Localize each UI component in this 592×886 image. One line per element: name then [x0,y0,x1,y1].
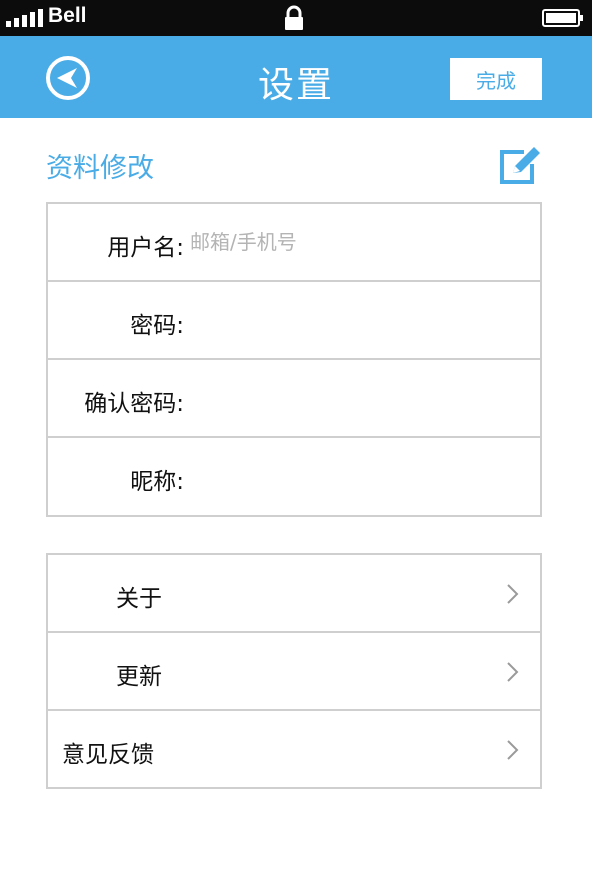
menu-item-about[interactable]: 关于 [48,555,540,633]
menu-item-feedback[interactable]: 意见反馈 [48,711,540,789]
username-input[interactable] [190,218,520,266]
menu-item-label: 更新 [116,664,162,690]
confirm-password-label: 确认密码: [84,391,184,417]
nav-bar: 设置 完成 [0,36,592,118]
profile-form: 用户名: 密码: 确认密码: 昵称: [46,202,542,517]
settings-menu: 关于 更新 意见反馈 [46,553,542,789]
chevron-right-icon [507,584,519,604]
password-label: 密码: [130,313,184,339]
nickname-input[interactable] [190,452,520,500]
menu-item-update[interactable]: 更新 [48,633,540,711]
confirm-password-input[interactable] [190,374,520,422]
form-row-password: 密码: [48,282,540,360]
edit-icon[interactable] [498,144,544,186]
password-input[interactable] [190,296,520,344]
signal-icon [6,9,43,27]
form-row-nickname: 昵称: [48,438,540,516]
carrier-name: Bell [48,4,87,27]
menu-item-label: 意见反馈 [62,742,154,768]
menu-item-label: 关于 [116,586,162,612]
nickname-label: 昵称: [130,469,184,495]
chevron-right-icon [507,662,519,682]
battery-icon [542,9,583,27]
lock-icon [285,5,303,30]
section-title-profile: 资料修改 [46,153,154,184]
chevron-right-icon [507,740,519,760]
username-label: 用户名: [107,235,184,261]
status-bar: Bell [0,0,592,36]
form-row-username: 用户名: [48,204,540,282]
done-button[interactable]: 完成 [450,58,542,100]
form-row-confirm-password: 确认密码: [48,360,540,438]
